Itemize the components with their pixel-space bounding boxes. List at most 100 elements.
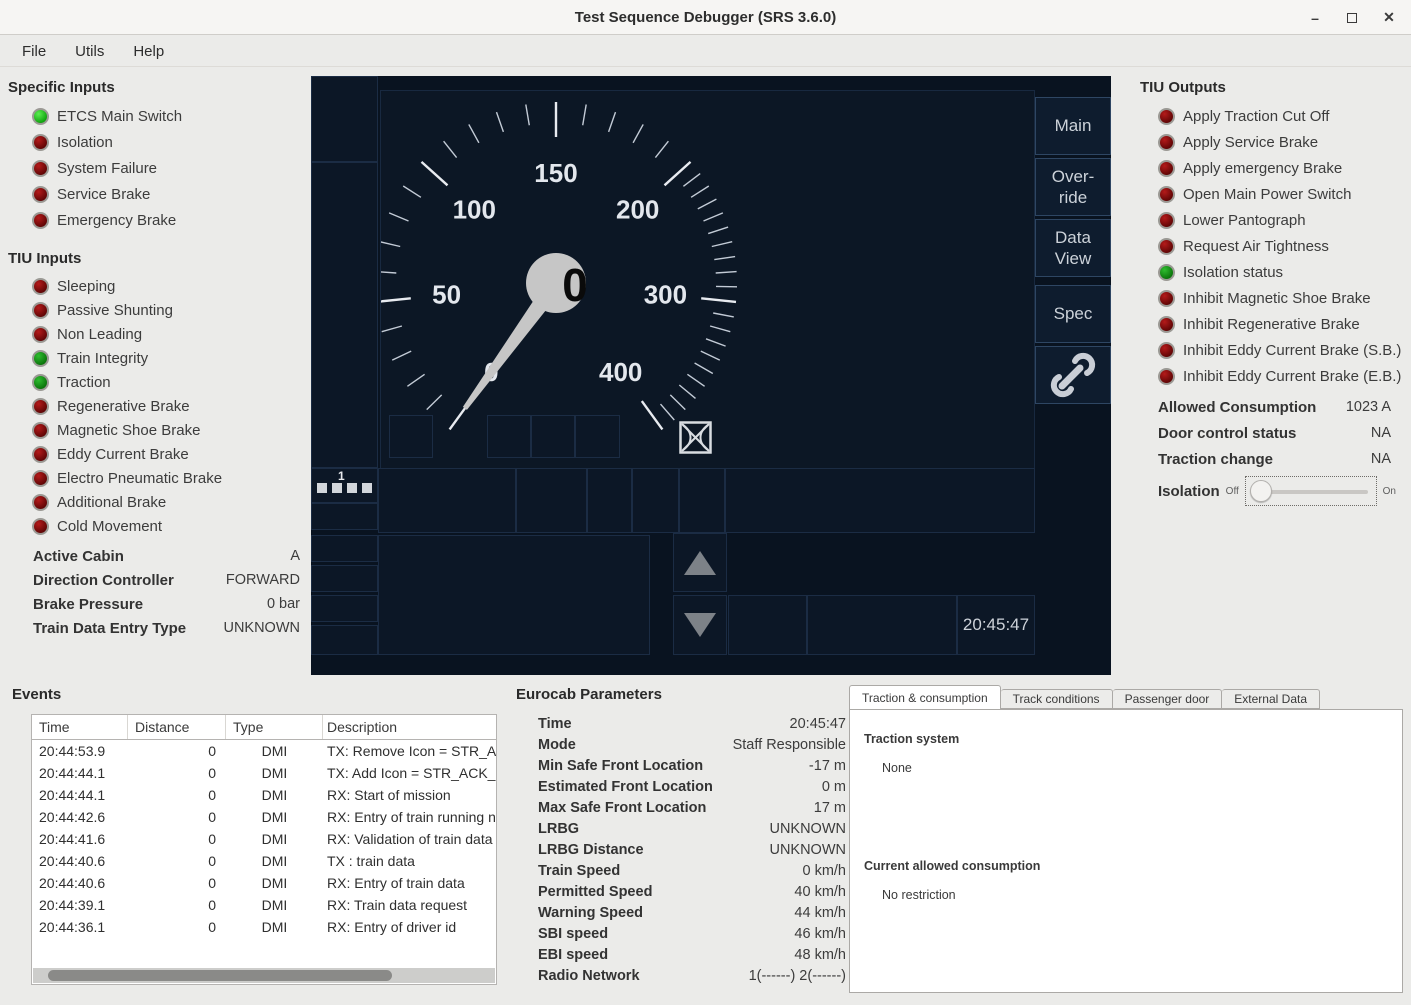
apply-service-brake-label: Apply Service Brake xyxy=(1183,134,1318,151)
cell-type: DMI xyxy=(226,743,323,759)
scrollbar-thumb[interactable] xyxy=(48,970,392,981)
apply-emergency-brake-led xyxy=(1158,160,1175,177)
inhibit-magnetic-shoe-brake-led xyxy=(1158,290,1175,307)
table-row[interactable]: 20:44:40.60DMIRX: Entry of train data xyxy=(32,872,496,894)
data-view-button[interactable]: Data View xyxy=(1035,219,1111,277)
dmi-cell xyxy=(389,415,433,458)
passive-shunting-led[interactable] xyxy=(32,302,49,319)
radio-network-label: Radio Network xyxy=(538,968,640,984)
table-row[interactable]: 20:44:42.60DMIRX: Entry of train running… xyxy=(32,806,496,828)
wrench-icon xyxy=(1050,352,1096,398)
radio-network-value: 1(------) 2(------) xyxy=(749,968,846,984)
table-row[interactable]: 20:44:40.60DMITX : train data xyxy=(32,850,496,872)
table-row[interactable]: 20:44:39.10DMIRX: Train data request xyxy=(32,894,496,916)
time-value: 20:45:47 xyxy=(790,716,846,732)
cell-time: 20:44:39.1 xyxy=(32,897,128,913)
etcs-main-switch-led[interactable] xyxy=(32,108,49,125)
cell-distance: 0 xyxy=(128,765,226,781)
sleeping-led[interactable] xyxy=(32,278,49,295)
override-button[interactable]: Over- ride xyxy=(1035,158,1111,216)
active-cabin-value: A xyxy=(290,548,300,564)
traction-led[interactable] xyxy=(32,374,49,391)
settings-button[interactable] xyxy=(1035,346,1111,404)
allowed-consumption-label: Allowed Consumption xyxy=(1158,399,1316,416)
cold-movement-label: Cold Movement xyxy=(57,518,162,535)
svg-text:0: 0 xyxy=(562,259,588,311)
min-safe-front-location-value: -17 m xyxy=(809,758,846,774)
etcs-main-switch-label: ETCS Main Switch xyxy=(57,108,182,125)
lower-pantograph-row: Lower Pantograph xyxy=(1158,207,1402,233)
inhibit-regenerative-brake-label: Inhibit Regenerative Brake xyxy=(1183,316,1360,333)
request-air-tightness-label: Request Air Tightness xyxy=(1183,238,1329,255)
table-row[interactable]: 20:44:41.60DMIRX: Validation of train da… xyxy=(32,828,496,850)
eddy-current-brake-led[interactable] xyxy=(32,446,49,463)
lrbg-distance-value: UNKNOWN xyxy=(769,842,846,858)
status-symbol-cell xyxy=(677,419,714,456)
up-arrow-icon xyxy=(684,551,716,575)
current-allowed-consumption-heading: Current allowed consumption xyxy=(864,859,1402,873)
train-integrity-label: Train Integrity xyxy=(57,350,148,367)
table-row[interactable]: 20:44:53.90DMITX: Remove Icon = STR_AC xyxy=(32,740,496,762)
regenerative-brake-label: Regenerative Brake xyxy=(57,398,190,415)
left-panel: Specific Inputs ETCS Main SwitchIsolatio… xyxy=(8,79,300,640)
menu-help[interactable]: Help xyxy=(123,40,174,63)
close-button[interactable]: ✕ xyxy=(1381,10,1397,26)
cell-description: RX: Entry of train data xyxy=(323,875,496,891)
additional-brake-led[interactable] xyxy=(32,494,49,511)
maximize-button[interactable] xyxy=(1344,10,1360,26)
train-integrity-led[interactable] xyxy=(32,350,49,367)
window-title: Test Sequence Debugger (SRS 3.6.0) xyxy=(575,9,836,26)
tab-passenger-door[interactable]: Passenger door xyxy=(1113,689,1223,709)
scroll-down-button[interactable] xyxy=(673,595,727,655)
level-block xyxy=(347,483,357,493)
col-header-time[interactable]: Time xyxy=(32,715,128,739)
cold-movement-led[interactable] xyxy=(32,518,49,535)
isolation-slider[interactable] xyxy=(1245,476,1377,506)
events-hscrollbar[interactable] xyxy=(33,968,495,983)
spec-button[interactable]: Spec xyxy=(1035,285,1111,343)
eddy-current-brake-label: Eddy Current Brake xyxy=(57,446,189,463)
minimize-button[interactable]: – xyxy=(1307,10,1323,26)
menu-utils[interactable]: Utils xyxy=(65,40,114,63)
events-panel: Events TimeDistanceTypeDescription 20:44… xyxy=(8,686,508,985)
main-button[interactable]: Main xyxy=(1035,97,1111,155)
table-row[interactable]: 20:44:36.10DMIRX: Entry of driver id xyxy=(32,916,496,938)
menu-file[interactable]: File xyxy=(12,40,56,63)
cell-description: TX: Remove Icon = STR_AC xyxy=(323,743,496,759)
slider-knob[interactable] xyxy=(1250,480,1272,502)
tiu-outputs-list: Apply Traction Cut OffApply Service Brak… xyxy=(1140,103,1402,389)
cell-type: DMI xyxy=(226,809,323,825)
service-brake-led[interactable] xyxy=(32,186,49,203)
table-row[interactable]: 20:44:44.10DMIRX: Start of mission xyxy=(32,784,496,806)
permitted-speed-row: Permitted Speed40 km/h xyxy=(538,881,846,902)
col-header-distance[interactable]: Distance xyxy=(128,715,226,739)
isolation-led[interactable] xyxy=(32,134,49,151)
level-blocks xyxy=(317,483,377,493)
system-failure-led[interactable] xyxy=(32,160,49,177)
tab-traction-consumption[interactable]: Traction & consumption xyxy=(849,685,1001,709)
train-data-entry-type-value: UNKNOWN xyxy=(223,620,300,636)
tab-external-data[interactable]: External Data xyxy=(1222,689,1320,709)
dmi-cell xyxy=(807,595,957,655)
inhibit-regenerative-brake-led xyxy=(1158,316,1175,333)
passive-shunting-row: Passive Shunting xyxy=(32,298,300,322)
inhibit-eddy-current-brake-s-b-row: Inhibit Eddy Current Brake (S.B.) xyxy=(1158,337,1402,363)
regenerative-brake-led[interactable] xyxy=(32,398,49,415)
scroll-up-button[interactable] xyxy=(673,533,727,592)
sbi-speed-value: 46 km/h xyxy=(794,926,846,942)
emergency-brake-led[interactable] xyxy=(32,212,49,229)
electro-pneumatic-brake-led[interactable] xyxy=(32,470,49,487)
emergency-brake-row: Emergency Brake xyxy=(32,207,300,233)
tab-track-conditions[interactable]: Track conditions xyxy=(1001,689,1113,709)
traction-label: Traction xyxy=(57,374,111,391)
col-header-description[interactable]: Description xyxy=(323,715,496,739)
magnetic-shoe-brake-led[interactable] xyxy=(32,422,49,439)
magnetic-shoe-brake-label: Magnetic Shoe Brake xyxy=(57,422,200,439)
dmi-cell xyxy=(587,468,632,533)
train-integrity-row: Train Integrity xyxy=(32,346,300,370)
col-header-type[interactable]: Type xyxy=(226,715,323,739)
inhibit-eddy-current-brake-s-b-label: Inhibit Eddy Current Brake (S.B.) xyxy=(1183,342,1401,359)
isolation-status-row: Isolation status xyxy=(1158,259,1402,285)
table-row[interactable]: 20:44:44.10DMITX: Add Icon = STR_ACK_S xyxy=(32,762,496,784)
non-leading-led[interactable] xyxy=(32,326,49,343)
